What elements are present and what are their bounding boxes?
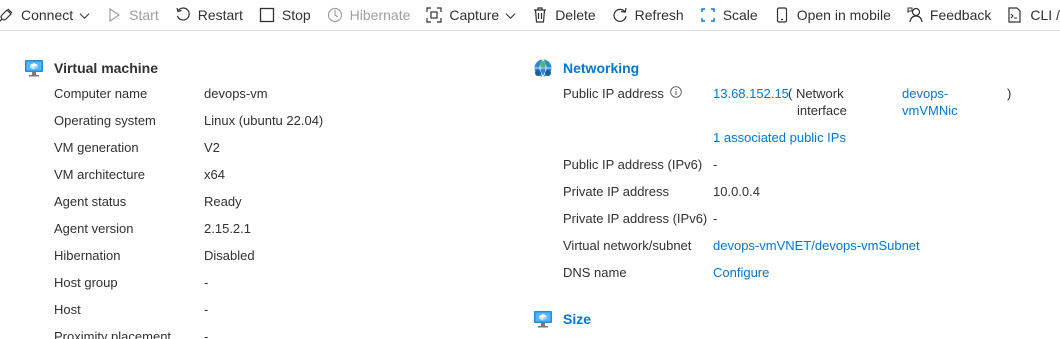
start-label: Start [129, 7, 159, 23]
vm-row-value: - [204, 302, 209, 317]
vm-row-value: - [204, 275, 209, 290]
delete-button[interactable]: Delete [524, 0, 603, 31]
scale-label: Scale [722, 7, 758, 23]
network-interface-open-paren: ( Network [788, 86, 844, 101]
vm-row-label: Computer name [54, 86, 148, 101]
networking-row-value: 10.0.0.4 [713, 184, 760, 199]
public-ip-row: Public IP address [563, 86, 682, 102]
stop-icon [259, 7, 275, 23]
command-bar: Connect Start Restart Stop Hibernate Cap… [0, 0, 1060, 31]
networking-row-label: DNS name [563, 265, 627, 280]
vm-row-label: VM generation [54, 140, 139, 155]
public-ip-label: Public IP address [563, 86, 664, 101]
vm-row-label: VM architecture [54, 167, 146, 182]
size-icon [534, 311, 552, 328]
feedback-label: Feedback [929, 7, 992, 23]
vm-row-value: Ready [204, 194, 242, 209]
play-icon [109, 7, 121, 23]
hibernate-button[interactable]: Hibernate [319, 0, 419, 31]
restart-label: Restart [197, 7, 243, 23]
network-interface-link-line-1[interactable]: devops- [902, 86, 948, 102]
networking-section: Networking [533, 58, 639, 78]
hibernate-label: Hibernate [349, 7, 411, 23]
virtual-machine-title: Virtual machine [54, 60, 159, 76]
vm-row-label: Operating system [54, 113, 156, 128]
networking-row-link[interactable]: Configure [713, 265, 769, 281]
chevron-down-icon [505, 12, 516, 19]
trash-icon [534, 7, 547, 23]
networking-row-label: Private IP address (IPv6) [563, 211, 708, 226]
vm-row-value: 2.15.2.1 [204, 221, 251, 236]
vm-row-value: devops-vm [204, 86, 268, 101]
terminal-icon [1008, 7, 1021, 23]
vm-row-label: Host group [54, 275, 118, 290]
restart-icon [176, 7, 190, 21]
capture-button[interactable]: Capture [418, 0, 524, 31]
refresh-label: Refresh [634, 7, 684, 23]
chevron-down-icon [79, 12, 90, 19]
restart-button[interactable]: Restart [167, 0, 251, 31]
capture-icon [426, 7, 442, 23]
feedback-button[interactable]: Feedback [899, 0, 999, 31]
open-in-mobile-button[interactable]: Open in mobile [766, 0, 899, 31]
delete-label: Delete [555, 7, 596, 23]
network-interface-word: interface [797, 103, 847, 118]
vm-row-value: Linux (ubuntu 22.04) [204, 113, 324, 128]
networking-icon [534, 59, 552, 77]
size-section: Size [533, 309, 591, 329]
refresh-button[interactable]: Refresh [604, 0, 692, 31]
feedback-icon [907, 7, 923, 23]
info-icon[interactable] [670, 86, 682, 98]
networking-row-label: Public IP address (IPv6) [563, 157, 703, 172]
scale-icon [700, 8, 715, 22]
plug-icon [0, 8, 13, 22]
connect-label: Connect [21, 7, 74, 23]
vm-row-value: V2 [204, 140, 220, 155]
stop-label: Stop [281, 7, 311, 23]
virtual-machine-section: Virtual machine [24, 58, 158, 78]
vm-row-label: Proximity placement [54, 329, 172, 339]
network-interface-close-paren: ) [1007, 86, 1012, 101]
networking-row-label: Private IP address [563, 184, 669, 199]
cli-ps-label: CLI / PS [1030, 7, 1060, 23]
networking-row-value: - [713, 157, 718, 172]
networking-row-link[interactable]: devops-vmVNET/devops-vmSubnet [713, 238, 920, 254]
refresh-icon [613, 7, 627, 22]
networking-row-label: Virtual network/subnet [563, 238, 692, 253]
mobile-icon [776, 7, 787, 23]
associated-public-ips-link[interactable]: 1 associated public IPs [713, 130, 846, 146]
vm-row-label: Hibernation [54, 248, 121, 263]
networking-row-value: - [713, 211, 718, 226]
public-ip-link[interactable]: 13.68.152.15 [713, 86, 789, 102]
size-title[interactable]: Size [563, 311, 591, 327]
vm-row-label: Agent version [54, 221, 134, 236]
capture-label: Capture [449, 7, 500, 23]
virtual-machine-icon [25, 60, 43, 77]
network-interface-link-line-2[interactable]: vmVMNic [902, 103, 958, 119]
vm-row-value: Disabled [204, 248, 255, 263]
scale-button[interactable]: Scale [692, 0, 766, 31]
vm-row-label: Host [54, 302, 81, 317]
vm-row-value: x64 [204, 167, 225, 182]
connect-button[interactable]: Connect [0, 0, 98, 31]
hibernate-icon [327, 7, 342, 23]
open-in-mobile-label: Open in mobile [796, 7, 891, 23]
vm-row-label: Agent status [54, 194, 127, 209]
networking-title[interactable]: Networking [563, 60, 639, 76]
stop-button[interactable]: Stop [251, 0, 319, 31]
vm-row-value: - [204, 329, 209, 339]
start-button[interactable]: Start [98, 0, 167, 31]
cli-ps-button[interactable]: CLI / PS [999, 0, 1060, 31]
